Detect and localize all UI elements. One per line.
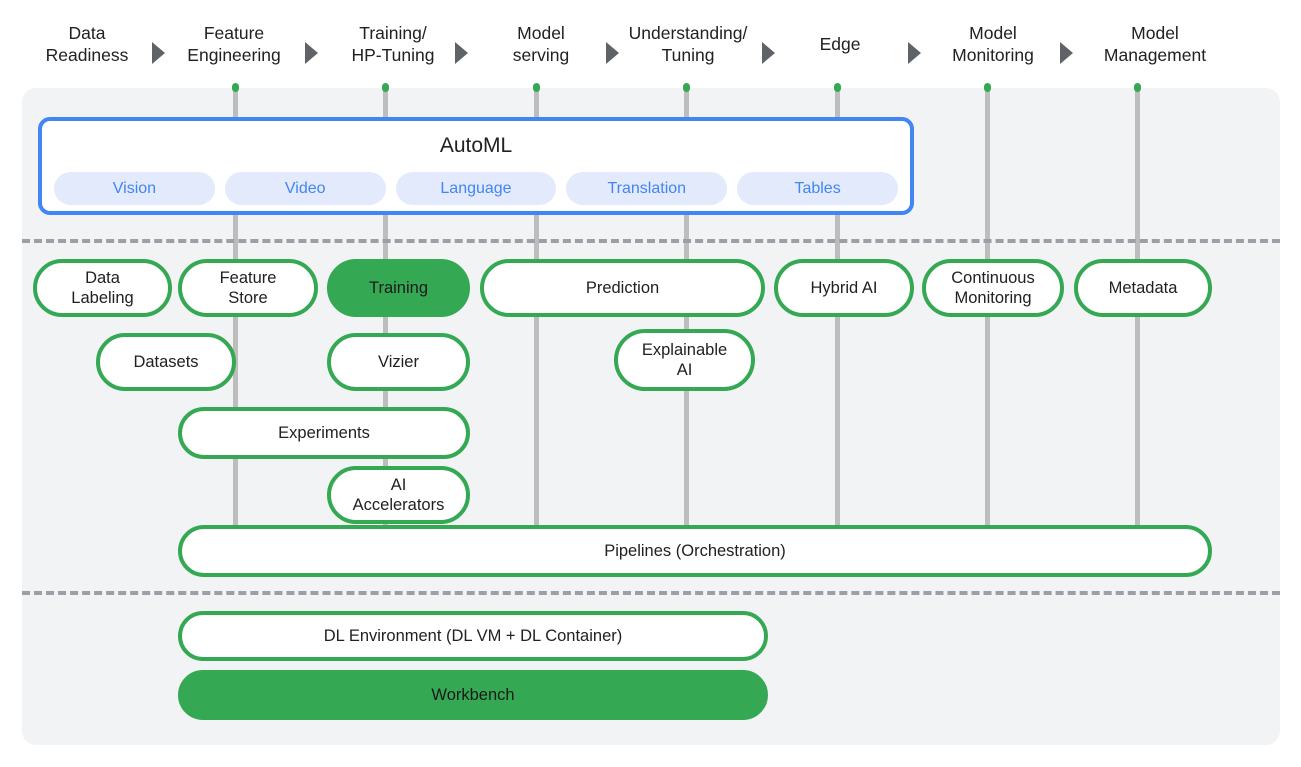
pill-ai-accelerators[interactable]: AI Accelerators <box>327 466 470 524</box>
pill-prediction[interactable]: Prediction <box>480 259 765 317</box>
swimline-cap-icon <box>1134 83 1141 92</box>
pill-continuous-monitoring[interactable]: Continuous Monitoring <box>922 259 1064 317</box>
pill-pipelines[interactable]: Pipelines (Orchestration) <box>178 525 1212 577</box>
phase-training-hp-tuning: Training/ HP-Tuning <box>351 23 435 65</box>
product-map-canvas: AutoML Vision Video Language Translation… <box>22 83 1280 745</box>
automl-chip-video[interactable]: Video <box>224 172 386 205</box>
pill-dl-environment[interactable]: DL Environment (DL VM + DL Container) <box>178 611 768 661</box>
phase-arrow-7-icon <box>1060 42 1073 64</box>
automl-box[interactable]: AutoML Vision Video Language Translation… <box>38 117 914 215</box>
swimline-cap-icon <box>533 83 540 92</box>
phase-arrow-3-icon <box>455 42 468 64</box>
divider-products-environment <box>22 591 1280 595</box>
pill-metadata[interactable]: Metadata <box>1074 259 1212 317</box>
phase-arrow-6-icon <box>908 42 921 64</box>
diagram-canvas: Data Readiness Feature Engineering Train… <box>0 0 1301 767</box>
swimline-cap-icon <box>232 83 239 92</box>
phase-feature-engineering: Feature Engineering <box>187 23 281 65</box>
pill-datasets[interactable]: Datasets <box>96 333 236 391</box>
phase-arrow-4-icon <box>606 42 619 64</box>
automl-title: AutoML <box>439 134 513 157</box>
pill-training[interactable]: Training <box>327 259 470 317</box>
phase-model-management: Model Management <box>1103 23 1207 65</box>
pill-explainable-ai[interactable]: Explainable AI <box>614 329 755 391</box>
phase-arrow-2-icon <box>305 42 318 64</box>
phase-data-readiness: Data Readiness <box>45 23 129 65</box>
pill-vizier[interactable]: Vizier <box>327 333 470 391</box>
pill-data-labeling[interactable]: Data Labeling <box>33 259 172 317</box>
swimline-cap-icon <box>683 83 690 92</box>
swimline-cap-icon <box>382 83 389 92</box>
phase-arrow-5-icon <box>762 42 775 64</box>
phase-model-serving: Model serving <box>512 23 570 65</box>
automl-chip-language[interactable]: Language <box>395 172 557 205</box>
divider-automl-products <box>22 239 1280 243</box>
phase-understanding-tuning: Understanding/ Tuning <box>628 23 748 65</box>
automl-chip-tables[interactable]: Tables <box>737 172 898 205</box>
phase-edge: Edge <box>819 34 861 54</box>
phase-model-monitoring: Model Monitoring <box>952 23 1034 65</box>
swimline-cap-icon <box>834 83 841 92</box>
automl-chip-translation[interactable]: Translation <box>566 172 728 205</box>
pill-feature-store[interactable]: Feature Store <box>178 259 318 317</box>
phase-arrow-1-icon <box>152 42 165 64</box>
pill-hybrid-ai[interactable]: Hybrid AI <box>774 259 914 317</box>
automl-chip-row: Vision Video Language Translation Tables <box>54 172 898 205</box>
pill-experiments[interactable]: Experiments <box>178 407 470 459</box>
phase-header-row: Data Readiness Feature Engineering Train… <box>0 0 1301 88</box>
swimline-cap-icon <box>984 83 991 92</box>
pill-workbench[interactable]: Workbench <box>178 670 768 720</box>
automl-chip-vision[interactable]: Vision <box>54 172 215 205</box>
